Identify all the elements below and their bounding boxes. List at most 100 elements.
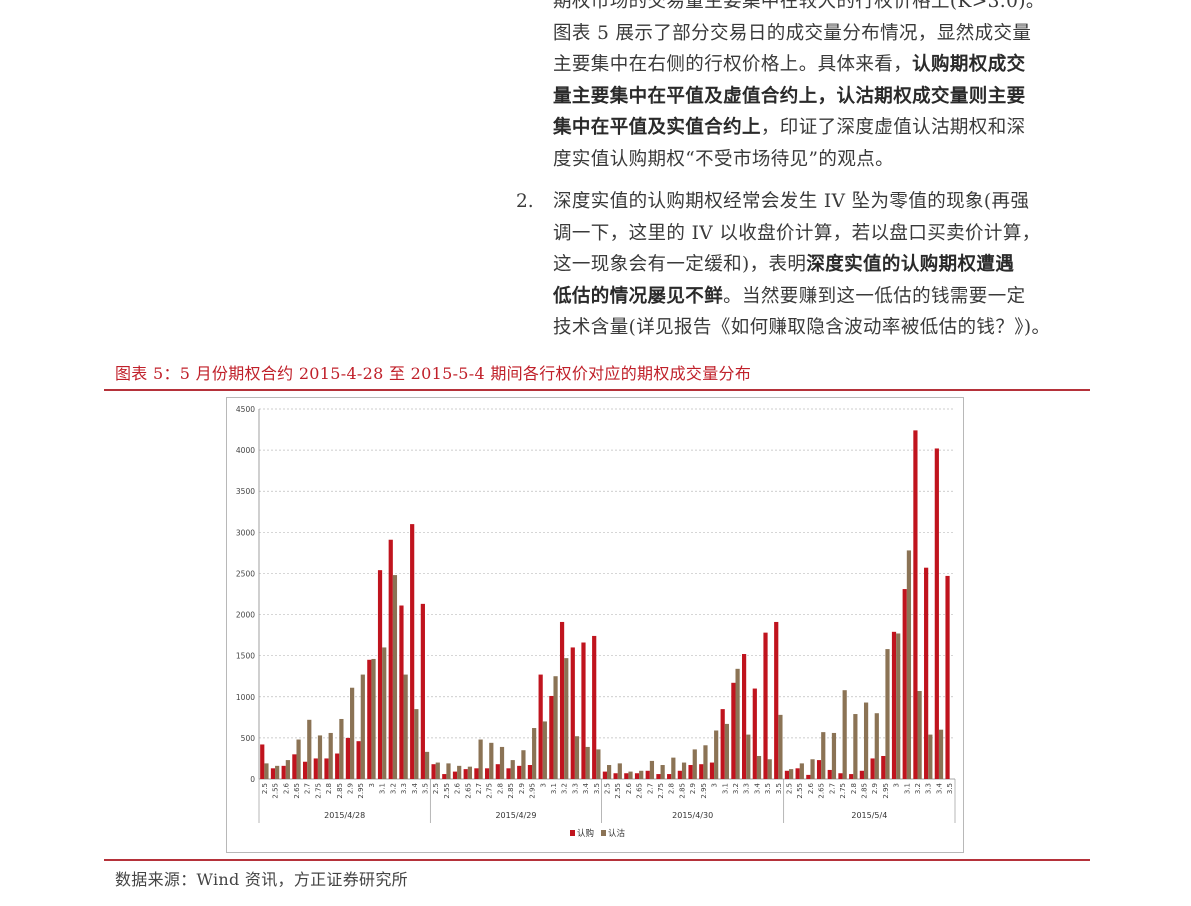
call-bar [752,688,757,779]
put-bar [885,649,890,779]
call-bar [924,567,929,779]
para2-line-text: 。当然要赚到这一低估的钱需要一定 [723,285,1026,307]
paragraph-2: 深度实值的认购期权经常会发生 IV 坠为零值的现象(再强 调一下，这里的 IV … [553,186,1113,344]
put-bar [414,709,419,779]
put-bar [617,763,622,779]
put-bar [853,714,858,779]
put-bar [735,668,740,779]
call-bar [699,764,704,779]
put-bar [392,575,398,779]
put-bar [746,734,751,779]
x-tick-label: 2.75 [486,783,494,799]
x-tick-label: 3.2 [732,783,740,794]
put-bar [360,674,365,779]
call-bar [827,769,832,779]
put-bar [671,757,676,779]
call-bar [527,765,533,779]
put-bar [896,633,901,779]
y-tick-label: 3000 [236,528,255,537]
x-tick-label: 3 [893,783,901,787]
call-bar [849,774,854,779]
put-bar [917,691,922,779]
call-bar [891,631,897,779]
x-tick-label: 2.85 [678,783,686,799]
put-bar [457,765,462,779]
call-bar [870,758,875,779]
y-tick-label: 2000 [236,611,255,620]
put-bar [821,732,826,779]
y-tick-label: 500 [241,734,256,743]
x-tick-label: 2.8 [850,783,858,794]
x-tick-label: 2.65 [464,783,472,799]
call-bar [816,760,822,779]
call-bar [506,768,511,779]
x-tick-label: 2.95 [700,783,708,799]
x-tick-label: 2.5 [432,783,440,794]
x-tick-label: 2.7 [304,783,312,794]
para1-line-text: ，印证了深度虚值认沽期权和深 [760,117,1026,138]
x-tick-label: 2.85 [336,783,344,799]
call-bar [345,737,351,779]
x-tick-label: 2.9 [518,783,526,794]
put-bar [371,658,376,779]
date-group-label: 2015/4/30 [672,811,713,820]
para2-line: 低估的情况屡见不鲜。当然要赚到这一低估的钱需要一定 [553,281,1113,313]
x-tick-label: 2.9 [347,783,355,794]
y-tick-label: 3500 [236,487,255,496]
x-tick-label: 2.55 [443,783,451,799]
put-bar [339,718,344,779]
call-bar [485,768,490,779]
caption-rule [104,389,1090,391]
put-bar [810,759,815,779]
call-bar [677,770,682,779]
x-tick-label: 3.3 [571,783,579,794]
put-bar [831,732,837,779]
put-bar [928,734,933,779]
x-tick-label: 2.9 [689,783,697,794]
put-bar [285,760,290,779]
put-bar [660,765,665,779]
paragraph-1: 期权市场的交易量主要集中在较大的行权价格上(K>3.0)。 图表 5 展示了部分… [553,0,1113,175]
x-tick-label: 3.4 [582,782,590,794]
para1-line: 期权市场的交易量主要集中在较大的行权价格上(K>3.0)。 [553,0,1045,12]
x-tick-label: 2.6 [625,782,633,794]
call-bar [592,635,597,779]
call-bar [549,695,554,779]
call-bar [281,765,286,779]
x-tick-label: 2.65 [293,783,301,799]
call-bar [270,768,276,779]
put-bar [756,755,762,779]
x-tick-label: 2.55 [796,783,804,799]
bar-chart: 0500100015002000250030003500400045002.5 2… [236,405,956,839]
call-bar [495,764,500,779]
call-bar [763,632,768,779]
x-tick-label: 2.95 [357,783,365,799]
put-bar [714,730,719,779]
x-tick-label: 3.1 [903,783,911,794]
y-tick-label: 0 [250,775,255,784]
call-bar [881,755,886,779]
para2-line: 深度实值的认购期权经常会发生 IV 坠为零值的现象(再强 [553,191,1030,212]
call-bar [517,765,522,779]
x-tick-label: 3.1 [721,783,729,794]
call-bar [463,769,468,779]
call-bar [656,774,661,779]
x-tick-label: 2.55 [272,783,280,799]
y-tick-label: 4000 [236,446,255,455]
x-tick-label: 3 [711,783,719,787]
x-tick-label: 2.8 [668,783,676,794]
call-bar [902,589,907,779]
put-bar [296,739,301,779]
call-bar [452,771,458,779]
call-bar [795,768,800,779]
x-tick-label: 2.8 [325,783,333,794]
call-bar [474,768,479,779]
list-number: 2. [516,191,534,212]
call-bar [784,770,790,779]
x-tick-label: 3.5 [764,783,772,794]
call-bar [602,771,607,779]
x-tick-label: 2.5 [786,783,794,794]
call-bar [774,621,779,779]
legend-call-swatch [570,830,575,836]
call-bar [388,539,393,779]
